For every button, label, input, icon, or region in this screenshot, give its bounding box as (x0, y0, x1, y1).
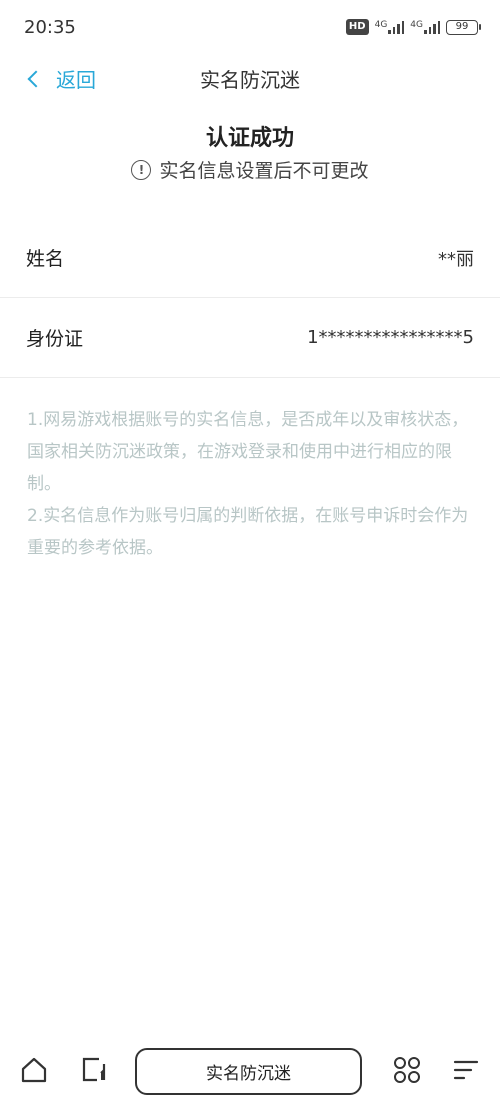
signal-1: 4G (375, 20, 405, 34)
current-app-button[interactable]: 实名防沉迷 (135, 1048, 362, 1095)
tabs-icon[interactable] (80, 1056, 108, 1088)
success-title: 认证成功 (205, 126, 294, 151)
name-label: 姓名 (26, 248, 65, 270)
notice: ! 实名信息设置后不可更改 (0, 156, 500, 183)
note-item: 2.实名信息作为账号归属的判断依据，在账号申诉时会作为重要的参考依据。 (27, 506, 469, 558)
page-title: 实名防沉迷 (200, 68, 300, 92)
home-icon[interactable] (20, 1056, 48, 1088)
id-card-label: 身份证 (26, 328, 84, 350)
status-bar: 20:35 HD 4G 4G 99 (0, 0, 500, 58)
battery-level: 99 (455, 21, 469, 32)
network-type-label: 4G (410, 20, 423, 30)
signal-bars-icon (388, 20, 405, 34)
current-app-label: 实名防沉迷 (206, 1064, 291, 1084)
signal-bars-icon (424, 20, 440, 34)
menu-icon[interactable] (452, 1056, 480, 1088)
status-indicators: HD 4G 4G 99 (345, 19, 481, 35)
bottom-bar: 实名防沉迷 (0, 1040, 500, 1099)
hd-badge: HD (345, 19, 369, 35)
info-circle-icon: ! (131, 159, 152, 180)
name-row: 姓名 **丽 (0, 218, 500, 298)
network-type-label: 4G (374, 20, 388, 30)
name-value: **丽 (438, 248, 474, 270)
signal-2: 4G (410, 20, 440, 34)
status-time: 20:35 (24, 17, 76, 38)
notice-text: 实名信息设置后不可更改 (159, 160, 369, 182)
id-card-value: 1****************5 (307, 327, 474, 348)
nav-bar: 返回 实名防沉迷 (0, 58, 500, 98)
notes: 1.网易游戏根据账号的实名信息，是否成年以及审核状态，国家相关防沉迷政策，在游戏… (27, 404, 473, 564)
note-item: 1.网易游戏根据账号的实名信息，是否成年以及审核状态，国家相关防沉迷政策，在游戏… (27, 410, 469, 494)
battery-icon: 99 (446, 19, 481, 35)
apps-grid-icon[interactable] (393, 1056, 421, 1088)
id-card-row: 身份证 1****************5 (0, 298, 500, 378)
